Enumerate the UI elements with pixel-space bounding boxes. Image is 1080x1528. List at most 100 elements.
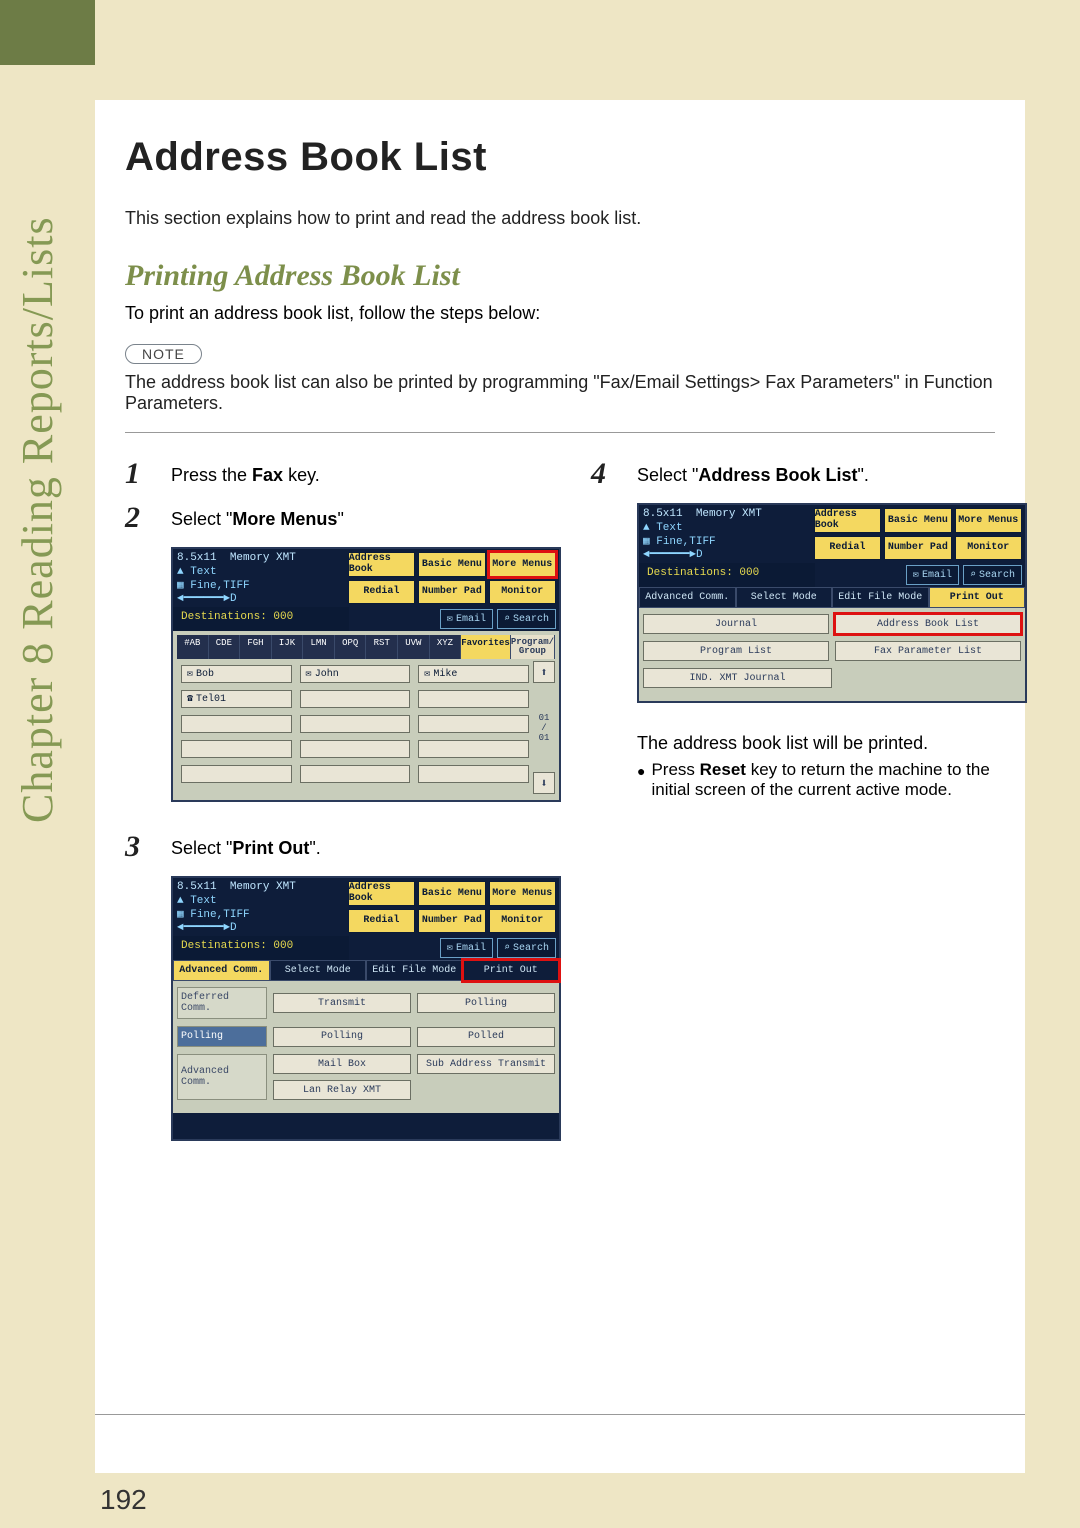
email-pill[interactable]: ✉ Email [440,938,493,958]
memory-xmt: Memory XMT [230,881,296,893]
label-deferred-comm: Deferred Comm. [177,987,267,1019]
btn-polling[interactable]: Polling [417,993,555,1013]
search-pill[interactable]: ⌕ Search [963,565,1022,585]
tab-print-out[interactable]: Print Out [463,960,560,981]
tab-rst[interactable]: RST [366,635,398,659]
scroll-down-icon[interactable]: ⬇ [533,772,555,794]
btn-lan-relay-xmt[interactable]: Lan Relay XMT [273,1080,411,1100]
number-pad-button[interactable]: Number Pad [418,909,485,934]
search-pill[interactable]: ⌕ Search [497,609,556,629]
step-2: 2 Select "More Menus" [125,503,561,533]
contact-empty[interactable] [418,740,529,758]
tab-select-mode[interactable]: Select Mode [736,587,833,608]
step4-text-b: ". [857,465,868,485]
step-1: 1 Press the Fax key. [125,459,561,489]
contact-empty[interactable] [181,765,292,783]
step-3: 3 Select "Print Out". [125,832,561,862]
contact-empty[interactable] [418,690,529,708]
tab-fgh[interactable]: FGH [240,635,272,659]
basic-menu-button[interactable]: Basic Menu [884,508,951,533]
basic-menu-button[interactable]: Basic Menu [418,552,485,577]
screenshot-1: 8.5x11 Memory XMT ▲ Text ▦ Fine,TIFF ◄━━… [171,547,561,802]
section-rule [125,432,995,433]
contact-empty[interactable] [300,690,411,708]
contact-empty[interactable] [300,715,411,733]
monitor-button[interactable]: Monitor [489,580,556,605]
btn-program-list[interactable]: Program List [643,641,829,661]
btn-address-book-list[interactable]: Address Book List [835,614,1021,634]
contact-bob[interactable]: ✉ Bob [181,665,292,683]
contact-tel01[interactable]: ☎ Tel01 [181,690,292,708]
text-mode: Text [190,895,216,907]
btn-sub-address-transmit[interactable]: Sub Address Transmit [417,1054,555,1074]
tab-advanced-comm[interactable]: Advanced Comm. [173,960,270,981]
monitor-button[interactable]: Monitor [489,909,556,934]
size: 8.5x11 [177,881,217,893]
step-text: Select "More Menus" [171,503,344,530]
btn-transmit[interactable]: Transmit [273,993,411,1013]
contact-mike[interactable]: ✉ Mike [418,665,529,683]
redial-button[interactable]: Redial [814,536,881,561]
step-number: 4 [591,459,625,489]
more-menus-button[interactable]: More Menus [489,552,556,577]
bullet-icon: ● [637,760,645,800]
tab-advanced-comm[interactable]: Advanced Comm. [639,587,736,608]
tab-program-group[interactable]: Program/ Group [511,635,555,659]
monitor-button[interactable]: Monitor [955,536,1022,561]
fine-tiff: Fine,TIFF [656,536,715,548]
address-book-button[interactable]: Address Book [348,881,415,906]
destinations-count: Destinations: 000 [173,607,349,631]
screenshot-2: 8.5x11 Memory XMT ▲ Text ▦ Fine,TIFF ◄━━… [171,876,561,1141]
tab-edit-file-mode[interactable]: Edit File Mode [366,960,463,981]
step3-text-a: Select " [171,838,232,858]
tab-ijk[interactable]: IJK [272,635,304,659]
scroll-up-icon[interactable]: ⬆ [533,661,555,683]
address-book-button[interactable]: Address Book [814,508,881,533]
tab-opq[interactable]: OPQ [335,635,367,659]
email-pill[interactable]: ✉ Email [440,609,493,629]
btn-journal[interactable]: Journal [643,614,829,634]
basic-menu-button[interactable]: Basic Menu [418,881,485,906]
address-book-button[interactable]: Address Book [348,552,415,577]
more-menus-button[interactable]: More Menus [955,508,1022,533]
btn-polling2[interactable]: Polling [273,1027,411,1047]
search-pill[interactable]: ⌕ Search [497,938,556,958]
step3-text-b: ". [309,838,320,858]
tab-uvw[interactable]: UVW [398,635,430,659]
contact-john[interactable]: ✉ John [300,665,411,683]
screen-header-left: 8.5x11 Memory XMT ▲ Text ▦ Fine,TIFF ◄━━… [173,549,345,607]
email-pill[interactable]: ✉ Email [906,565,959,585]
btn-mail-box[interactable]: Mail Box [273,1054,411,1074]
step-number: 2 [125,503,159,533]
step4-bold: Address Book List [698,465,857,485]
btn-polled[interactable]: Polled [417,1027,555,1047]
btn-ind-xmt-journal[interactable]: IND. XMT Journal [643,668,832,688]
contact-empty[interactable] [181,740,292,758]
tab-select-mode[interactable]: Select Mode [270,960,367,981]
tab-xyz[interactable]: XYZ [430,635,462,659]
contact-empty[interactable] [300,740,411,758]
right-column: 4 Select "Address Book List". 8.5x11 Mem… [591,459,1027,1171]
number-pad-button[interactable]: Number Pad [884,536,951,561]
contact-empty[interactable] [300,765,411,783]
tab-ab[interactable]: #AB [177,635,209,659]
contact-empty[interactable] [418,715,529,733]
contact-empty[interactable] [181,715,292,733]
contact-empty[interactable] [418,765,529,783]
tab-cde[interactable]: CDE [209,635,241,659]
page-content-area: Address Book List This section explains … [95,100,1025,1473]
redial-button[interactable]: Redial [348,909,415,934]
sub-intro: To print an address book list, follow th… [125,303,995,324]
tab-print-out[interactable]: Print Out [929,587,1026,608]
intro-text: This section explains how to print and r… [125,208,995,229]
more-menus-button[interactable]: More Menus [489,881,556,906]
page-background: Chapter 8 Reading Reports/Lists Address … [0,0,1080,1528]
redial-button[interactable]: Redial [348,580,415,605]
chapter-label: Chapter 8 Reading Reports/Lists [12,200,82,840]
tab-favorites[interactable]: Favorites [461,635,511,659]
number-pad-button[interactable]: Number Pad [418,580,485,605]
btn-fax-parameter-list[interactable]: Fax Parameter List [835,641,1021,661]
section-subtitle: Printing Address Book List [125,259,995,293]
tab-edit-file-mode[interactable]: Edit File Mode [832,587,929,608]
tab-lmn[interactable]: LMN [303,635,335,659]
